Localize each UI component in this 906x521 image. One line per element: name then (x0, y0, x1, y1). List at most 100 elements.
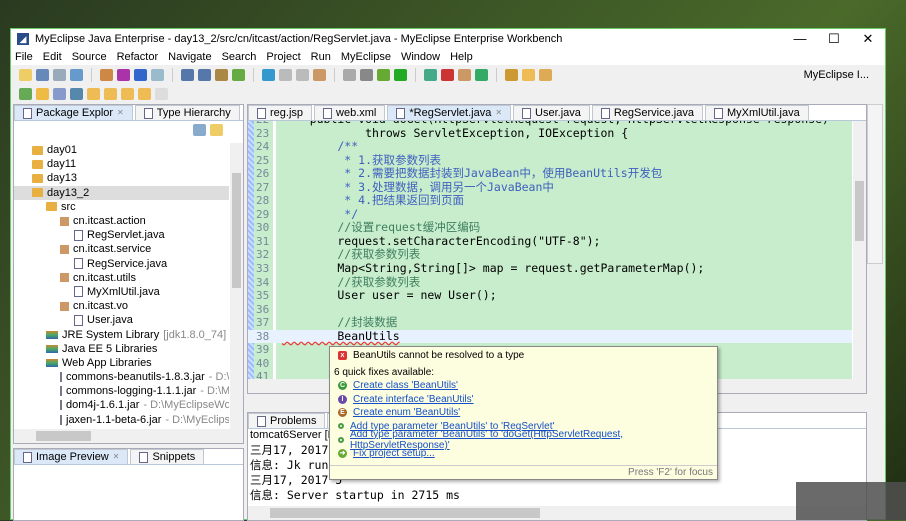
menu-edit[interactable]: Edit (43, 51, 62, 63)
menu-help[interactable]: Help (450, 51, 473, 63)
toolbar-icon[interactable] (181, 69, 194, 81)
toolbar-icon[interactable] (522, 69, 535, 81)
toolbar-icon[interactable] (313, 69, 326, 81)
toolbar-icon[interactable] (121, 88, 134, 100)
perspective-myeclipse[interactable]: MyEclipse I... (804, 69, 869, 81)
menu-file[interactable]: File (15, 51, 33, 63)
toolbar-icon[interactable] (343, 69, 356, 81)
toolbar-icon[interactable] (100, 69, 113, 81)
close-tab-icon[interactable]: ✕ (117, 106, 124, 120)
toolbar-icon[interactable] (19, 69, 32, 81)
tree-horizontal-scrollbar[interactable] (14, 429, 243, 443)
tree-item[interactable]: RegServlet.java (14, 228, 229, 242)
toolbar-icon[interactable] (70, 69, 83, 81)
console-horizontal-scrollbar[interactable] (248, 506, 866, 520)
toolbar-icon[interactable] (424, 69, 437, 81)
quickfix-item[interactable]: Add type parameter 'BeanUtils' to 'doGet… (330, 433, 717, 447)
tab-regjsp[interactable]: reg.jsp (248, 105, 312, 120)
quickfix-link[interactable]: Create class 'BeanUtils' (353, 380, 458, 391)
tab-myxmlutiljava[interactable]: MyXmlUtil.java (705, 105, 809, 120)
tab-webxml[interactable]: web.xml (314, 105, 385, 120)
toolbar-icon[interactable] (539, 69, 552, 81)
quickfix-item[interactable]: ECreate enum 'BeanUtils' (330, 406, 717, 420)
tree-item[interactable]: Web App Libraries (14, 356, 229, 370)
tree-item[interactable]: Java EE 5 Libraries (14, 342, 229, 356)
tree-item[interactable]: RegService.java (14, 257, 229, 271)
quickfix-item[interactable]: ICreate interface 'BeanUtils' (330, 393, 717, 407)
minimize-button[interactable]: — (783, 31, 817, 47)
quickfix-item[interactable]: CCreate class 'BeanUtils' (330, 379, 717, 393)
quickfix-link[interactable]: Fix project setup... (353, 448, 435, 459)
toolbar-icon[interactable] (36, 69, 49, 81)
tree-item[interactable]: day13 (14, 171, 229, 185)
tree-item[interactable]: day13_2 (14, 186, 229, 200)
tree-item[interactable]: User.java (14, 313, 229, 327)
toolbar-icon[interactable] (19, 88, 32, 100)
toolbar-icon[interactable] (441, 69, 454, 81)
collapse-all-icon[interactable] (193, 124, 206, 136)
toolbar-icon[interactable] (138, 88, 151, 100)
toolbar-icon[interactable] (151, 69, 164, 81)
toolbar-icon[interactable] (232, 69, 245, 81)
code-area[interactable]: 22 public void doGet(HttpServletRequest … (248, 121, 852, 379)
menu-window[interactable]: Window (401, 51, 440, 63)
toolbar-icon[interactable] (198, 69, 211, 81)
tree-item[interactable]: JRE System Library[jdk1.8.0_74] (14, 327, 229, 341)
tree-item[interactable]: cn.itcast.service (14, 242, 229, 256)
close-tab-icon[interactable]: ✕ (113, 450, 120, 464)
menu-project[interactable]: Project (266, 51, 300, 63)
toolbar-icon[interactable] (262, 69, 275, 81)
link-with-editor-icon[interactable] (210, 124, 223, 136)
close-tab-icon[interactable]: ✕ (495, 106, 502, 120)
tree-item[interactable]: MyXmlUtil.java (14, 285, 229, 299)
toolbar-icon[interactable] (458, 69, 471, 81)
tree-item[interactable]: cn.itcast.action (14, 214, 229, 228)
tab-regservletjava[interactable]: *RegServlet.java✕ (387, 105, 511, 120)
toolbar-icon[interactable] (377, 69, 390, 81)
quickfix-link[interactable]: Create interface 'BeanUtils' (353, 394, 474, 405)
toolbar-icon[interactable] (134, 69, 147, 81)
tree-item[interactable]: dom4j-1.6.1.jar - D:\MyEclipseWorksp (14, 398, 229, 412)
menu-run[interactable]: Run (311, 51, 331, 63)
menu-refactor[interactable]: Refactor (117, 51, 159, 63)
toolbar-icon[interactable] (360, 69, 373, 81)
toolbar-icon[interactable] (215, 69, 228, 81)
toolbar-icon[interactable] (394, 69, 407, 81)
close-button[interactable]: ✕ (851, 31, 885, 47)
toolbar-icon[interactable] (155, 88, 168, 100)
tab-imagepreview[interactable]: Image Preview✕ (14, 449, 128, 464)
toolbar-icon[interactable] (70, 88, 83, 100)
tab-regservicejava[interactable]: RegService.java (592, 105, 703, 120)
toolbar-icon[interactable] (296, 69, 309, 81)
toolbar-icon[interactable] (117, 69, 130, 81)
maximize-button[interactable]: ☐ (817, 31, 851, 47)
toolbar-icon[interactable] (36, 88, 49, 100)
tree-item[interactable]: day11 (14, 157, 229, 171)
tree-item[interactable]: cn.itcast.utils (14, 271, 229, 285)
menu-source[interactable]: Source (72, 51, 107, 63)
menu-navigate[interactable]: Navigate (168, 51, 211, 63)
toolbar-icon[interactable] (475, 69, 488, 81)
tab-userjava[interactable]: User.java (513, 105, 590, 120)
tree-vertical-scrollbar[interactable] (230, 143, 243, 429)
tree-item[interactable]: cn.itcast.vo (14, 299, 229, 313)
toolbar-icon[interactable] (87, 88, 100, 100)
quickfix-link[interactable]: Create enum 'BeanUtils' (353, 407, 460, 418)
menu-myeclipse[interactable]: MyEclipse (341, 51, 391, 63)
tab-problems[interactable]: Problems (248, 413, 325, 428)
editor-vertical-scrollbar[interactable] (853, 121, 866, 379)
tree-item[interactable]: commons-beanutils-1.8.3.jar - D:\MyEc (14, 370, 229, 384)
toolbar-icon[interactable] (53, 69, 66, 81)
toolbar-icon[interactable] (279, 69, 292, 81)
tree-item[interactable]: src (14, 200, 229, 214)
toolbar-icon[interactable] (104, 88, 117, 100)
menu-search[interactable]: Search (222, 51, 257, 63)
toolbar-icon[interactable] (53, 88, 66, 100)
toolbar-icon[interactable] (505, 69, 518, 81)
tab-snippets[interactable]: Snippets (130, 449, 204, 464)
tab-typehierarchy[interactable]: Type Hierarchy (135, 105, 240, 120)
tree-item[interactable]: jaxen-1.1-beta-6.jar - D:\MyEclipseWo (14, 413, 229, 427)
tab-packageexplor[interactable]: Package Explor✕ (14, 105, 133, 120)
tree-item[interactable]: commons-logging-1.1.1.jar - D:\MyEcl (14, 384, 229, 398)
tree-item[interactable]: day01 (14, 143, 229, 157)
